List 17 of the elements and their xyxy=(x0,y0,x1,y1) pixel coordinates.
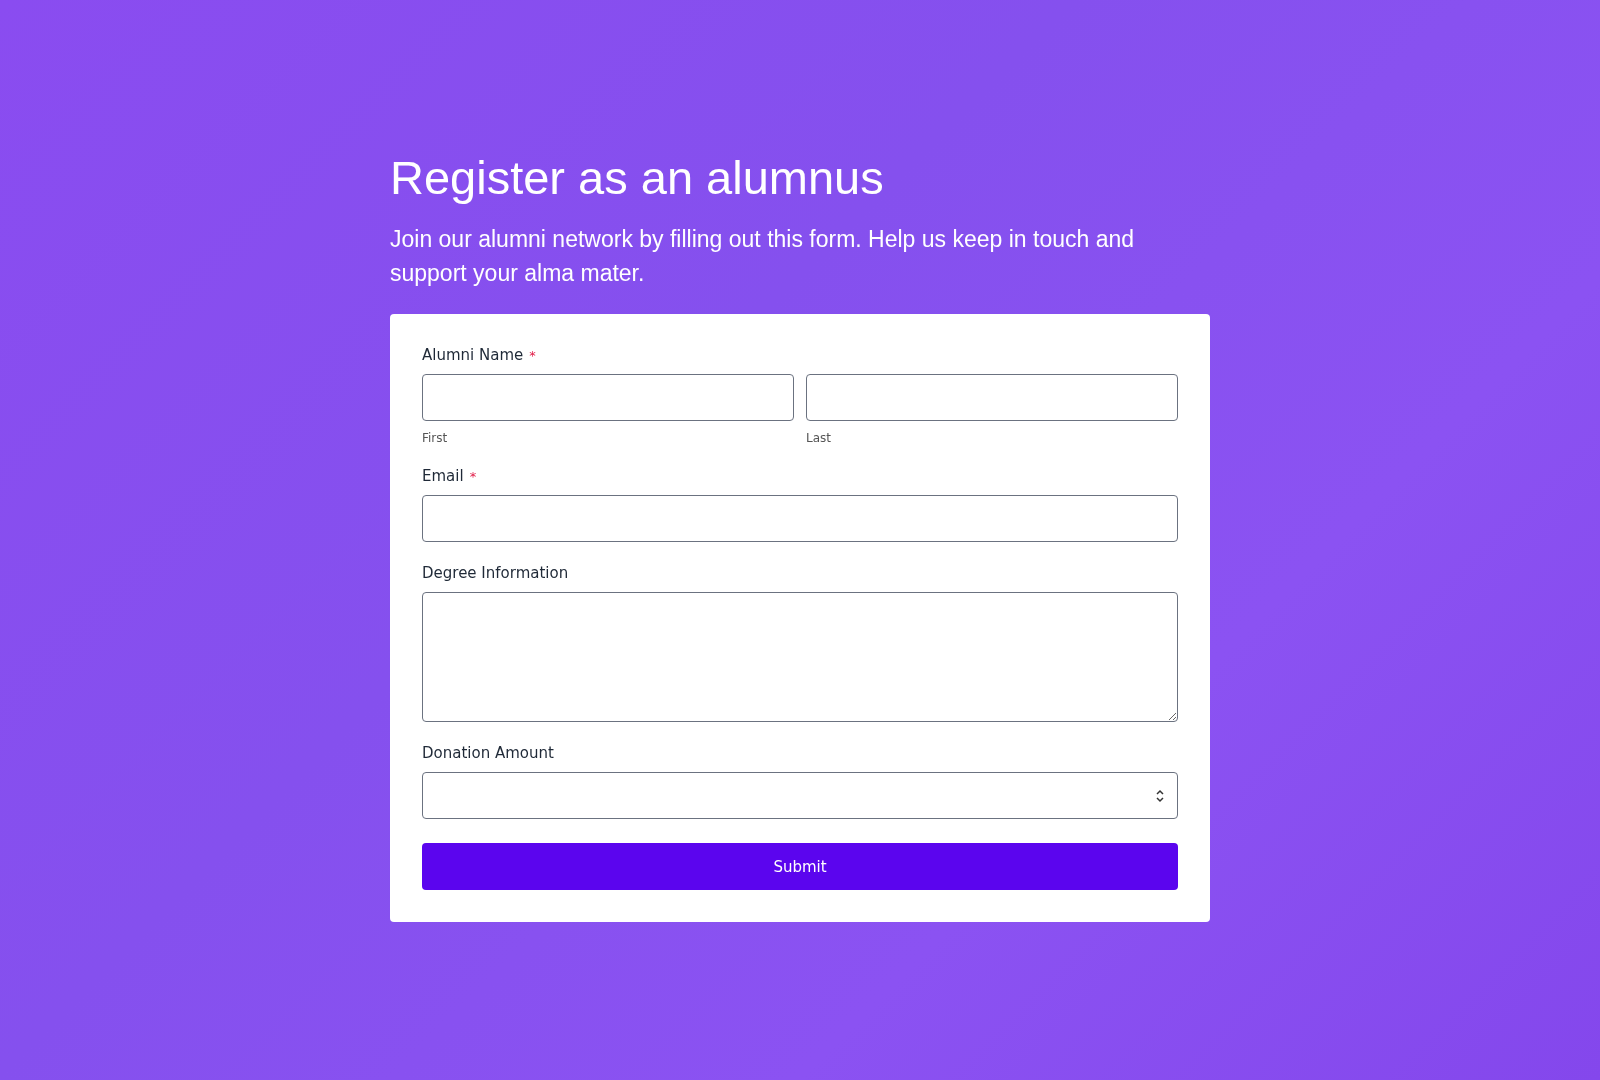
required-marker: * xyxy=(469,469,477,484)
submit-button[interactable]: Submit xyxy=(422,843,1178,890)
field-label: Alumni Name xyxy=(422,346,524,364)
textarea-field[interactable] xyxy=(422,592,1178,722)
select-field[interactable] xyxy=(422,772,1178,819)
text-input-field[interactable] xyxy=(422,495,1178,542)
required-marker: * xyxy=(529,348,536,363)
up-down-chevron-icon xyxy=(1155,787,1165,804)
text-input-field[interactable] xyxy=(806,374,1178,421)
form-title: Register as an alumnus xyxy=(390,150,885,206)
field-label: Degree Information xyxy=(422,564,569,582)
form-description: Join our alumni network by filling out this form. Help us keep in touch and support your alma mater. xyxy=(390,225,1136,288)
text-input-field[interactable] xyxy=(422,374,794,421)
field-label: Email xyxy=(422,467,464,485)
field-label: Donation Amount xyxy=(422,744,554,762)
field-sublabel: First xyxy=(422,431,449,445)
field-sublabel: Last xyxy=(806,431,832,445)
